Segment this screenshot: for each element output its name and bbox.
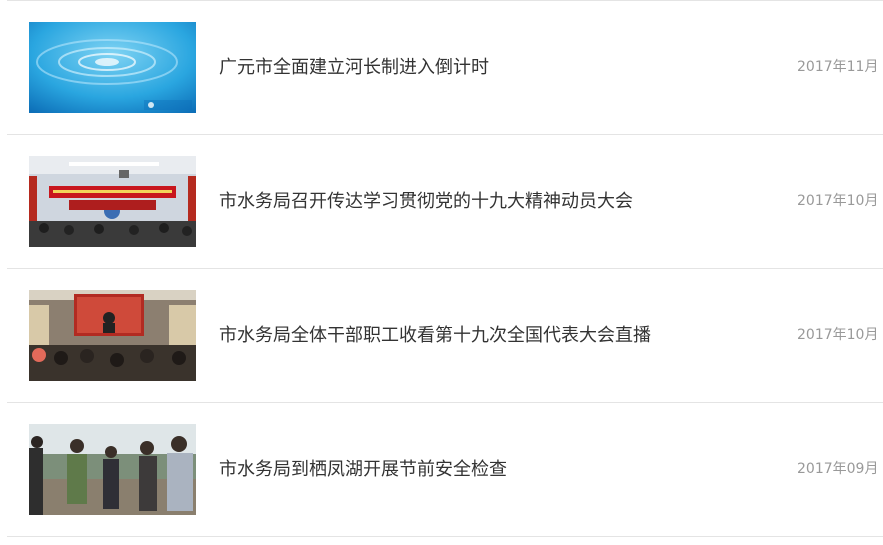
- news-title[interactable]: 市水务局到栖凤湖开展节前安全检查: [219, 403, 507, 536]
- news-title[interactable]: 广元市全面建立河长制进入倒计时: [219, 1, 489, 134]
- news-item[interactable]: 市水务局到栖凤湖开展节前安全检查 2017年09月: [7, 402, 883, 537]
- news-thumbnail-inspection-group[interactable]: [29, 424, 196, 515]
- news-date: 2017年10月: [797, 327, 879, 343]
- news-date: 2017年11月: [797, 59, 879, 75]
- news-thumbnail-meeting-hall[interactable]: [29, 156, 196, 247]
- news-thumbnail-broadcast-viewing[interactable]: [29, 290, 196, 381]
- meeting-hall-photo-icon: [29, 156, 196, 247]
- news-item[interactable]: 市水务局召开传达学习贯彻党的十九大精神动员大会 2017年10月: [7, 134, 883, 268]
- news-item[interactable]: 市水务局全体干部职工收看第十九次全国代表大会直播 2017年10月: [7, 268, 883, 402]
- news-title[interactable]: 市水务局召开传达学习贯彻党的十九大精神动员大会: [219, 135, 633, 268]
- broadcast-viewing-photo-icon: [29, 290, 196, 381]
- news-date: 2017年10月: [797, 193, 879, 209]
- news-thumbnail-water-drop[interactable]: [29, 22, 196, 113]
- news-list: 广元市全面建立河长制进入倒计时 2017年11月 市水务局召开传达学习贯彻党的十…: [0, 0, 883, 545]
- water-drop-photo-icon: [29, 22, 196, 113]
- inspection-group-photo-icon: [29, 424, 196, 515]
- news-date: 2017年09月: [797, 461, 879, 477]
- news-item[interactable]: 广元市全面建立河长制进入倒计时 2017年11月: [7, 0, 883, 134]
- news-title[interactable]: 市水务局全体干部职工收看第十九次全国代表大会直播: [219, 269, 651, 402]
